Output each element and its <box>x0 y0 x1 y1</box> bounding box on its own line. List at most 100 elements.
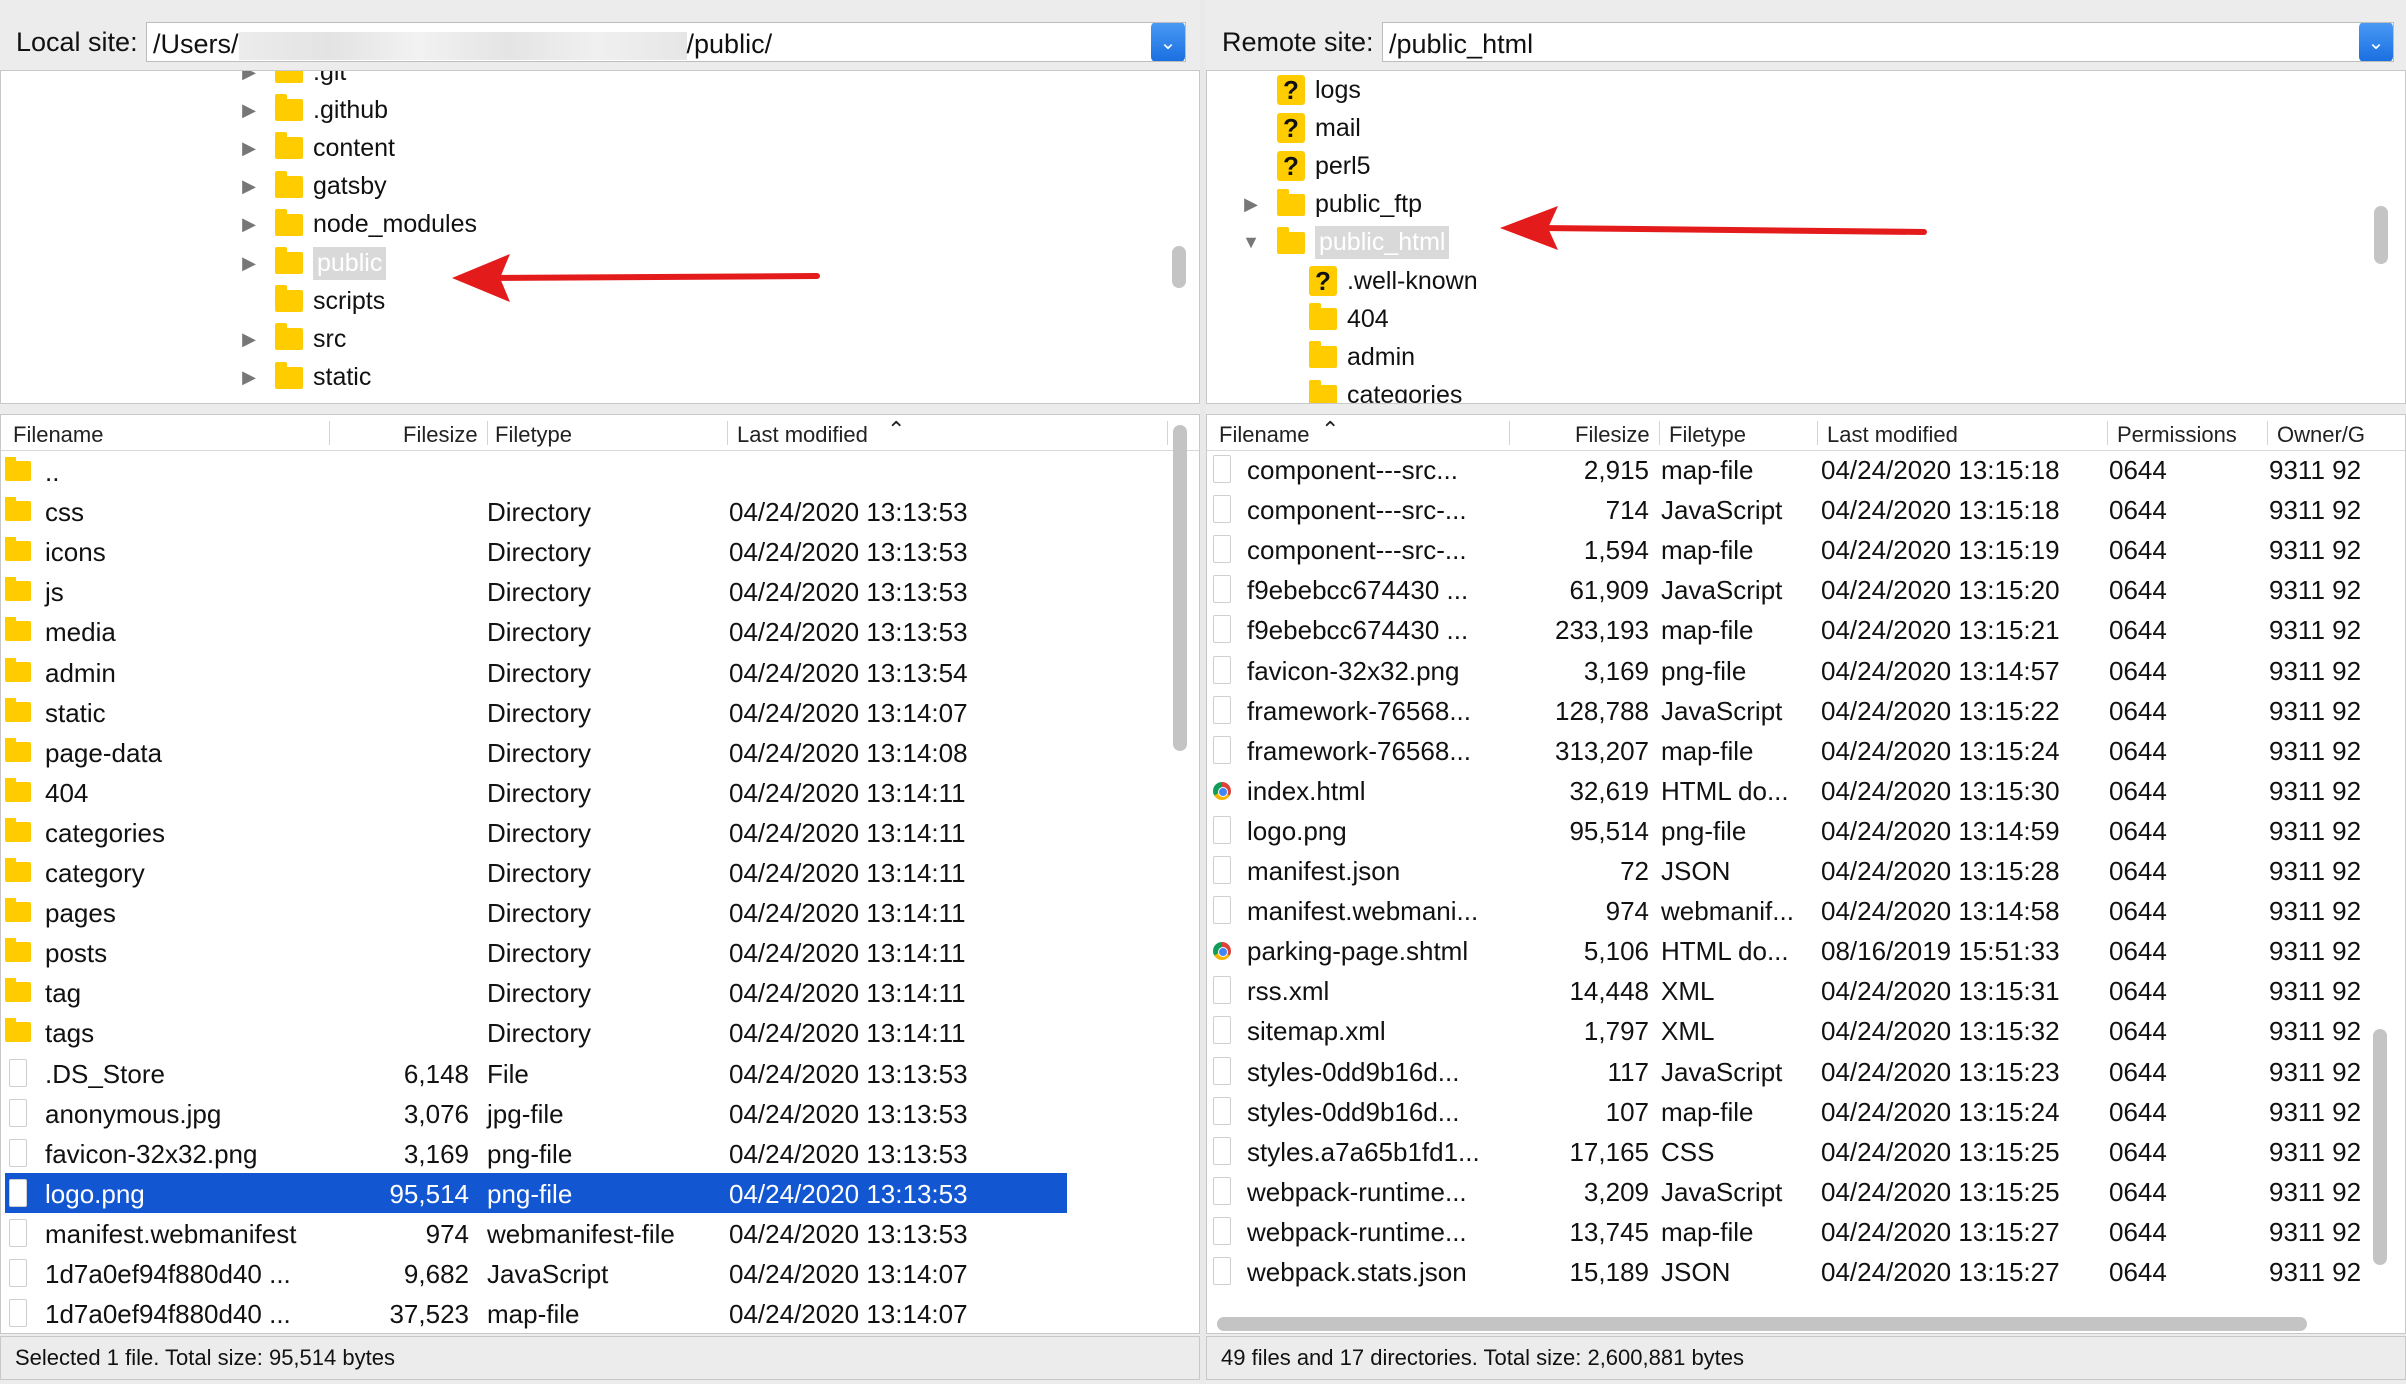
folder-row[interactable]: icons Directory 04/24/2020 13:13:53 <box>1 531 1199 571</box>
file-row[interactable]: manifest.webmani... 974 webmanif... 04/24/2… <box>1207 890 2405 930</box>
expand-triangle-icon[interactable]: ▶ <box>237 214 261 235</box>
file-row[interactable]: f9ebebcc674430 ... 61,909 JavaScript 04/24/… <box>1207 569 2405 609</box>
remote-path-dropdown-button[interactable]: ⌄ <box>2359 23 2393 61</box>
tree-item-admin[interactable]: admin <box>1271 338 1415 376</box>
remote-list-horizontal-scrollbar[interactable] <box>1217 1317 2307 1331</box>
folder-row[interactable]: pages Directory 04/24/2020 13:14:11 <box>1 892 1199 932</box>
local-list-scrollbar[interactable] <box>1173 425 1187 751</box>
file-row[interactable]: component---src-... 1,594 map-file 04/24/20… <box>1207 529 2405 569</box>
tree-item-mail[interactable]: ? mail <box>1239 109 1361 147</box>
tree-item-perl5[interactable]: ? perl5 <box>1239 147 1371 185</box>
folder-row[interactable]: tag Directory 04/24/2020 13:14:11 <box>1 972 1199 1012</box>
tree-item-public_ftp[interactable]: ▶ public_ftp <box>1239 186 1422 224</box>
expand-triangle-icon[interactable]: ▶ <box>237 100 261 121</box>
folder-row[interactable]: admin Directory 04/24/2020 13:13:54 <box>1 652 1199 692</box>
column-header-filesize[interactable]: Filesize <box>1575 422 1650 448</box>
column-header-filename[interactable]: Filename <box>1219 422 1309 448</box>
column-separator[interactable] <box>1167 421 1168 445</box>
folder-row[interactable]: media Directory 04/24/2020 13:13:53 <box>1 611 1199 651</box>
file-row[interactable]: webpack-runtime... 3,209 JavaScript 04/24/2… <box>1207 1171 2405 1211</box>
remote-site-path-input[interactable]: /public_html ⌄ <box>1382 22 2394 62</box>
file-row[interactable]: styles-0dd9b16d... 117 JavaScript 04/24/202… <box>1207 1051 2405 1091</box>
file-row[interactable]: component---src... 2,915 map-file 04/24/202… <box>1207 449 2405 489</box>
column-separator[interactable] <box>1817 421 1818 445</box>
column-separator[interactable] <box>329 421 330 445</box>
folder-row[interactable]: posts Directory 04/24/2020 13:14:11 <box>1 932 1199 972</box>
expand-triangle-icon[interactable]: ▶ <box>237 253 261 274</box>
file-row[interactable]: manifest.json 72 JSON 04/24/2020 13:15:28 06… <box>1207 850 2405 890</box>
column-header-last-modified[interactable]: Last modified <box>737 422 868 448</box>
tree-item-scripts[interactable]: scripts <box>237 282 385 320</box>
local-directory-tree[interactable]: ▶ .git ▶ .github ▶ content ▶ gatsby ▶ node_module… <box>0 70 1200 404</box>
file-row[interactable]: webpack-runtime... 13,745 map-file 04/24/20… <box>1207 1211 2405 1251</box>
column-separator[interactable] <box>487 421 488 445</box>
column-separator[interactable] <box>1509 421 1510 445</box>
column-header-filename[interactable]: Filename <box>13 422 103 448</box>
folder-row[interactable]: category Directory 04/24/2020 13:14:11 <box>1 852 1199 892</box>
file-row[interactable]: index.html 32,619 HTML do... 04/24/2020 13:… <box>1207 770 2405 810</box>
column-separator[interactable] <box>727 421 728 445</box>
file-row[interactable]: f9ebebcc674430 ... 233,193 map-file 04/24/2… <box>1207 609 2405 649</box>
local-tree-scrollbar[interactable] <box>1172 246 1186 288</box>
tree-item-categories[interactable]: categories <box>1271 377 1462 403</box>
folder-row[interactable]: categories Directory 04/24/2020 13:14:11 <box>1 812 1199 852</box>
expand-triangle-icon[interactable]: ▶ <box>1239 194 1263 215</box>
folder-row[interactable]: 404 Directory 04/24/2020 13:14:11 <box>1 772 1199 812</box>
expand-triangle-icon[interactable]: ▶ <box>237 71 261 83</box>
file-row[interactable]: favicon-32x32.png 3,169 png-file 04/24/2020… <box>1207 650 2405 690</box>
file-row[interactable]: styles-0dd9b16d... 107 map-file 04/24/2020 … <box>1207 1091 2405 1131</box>
folder-row[interactable]: static Directory 04/24/2020 13:14:07 <box>1 692 1199 732</box>
column-header-filetype[interactable]: Filetype <box>495 422 572 448</box>
expand-triangle-icon[interactable]: ▶ <box>237 138 261 159</box>
collapse-triangle-icon[interactable]: ▼ <box>1239 232 1263 253</box>
remote-list-scrollbar[interactable] <box>2373 1029 2387 1265</box>
file-row[interactable]: anonymous.jpg 3,076 jpg-file 04/24/2020 13:… <box>1 1093 1199 1133</box>
tree-item-git[interactable]: ▶ .git <box>237 71 346 91</box>
folder-row[interactable]: .. <box>1 451 1199 491</box>
file-row[interactable]: sitemap.xml 1,797 XML 04/24/2020 13:15:32 06… <box>1207 1010 2405 1050</box>
file-row[interactable]: logo.png 95,514 png-file 04/24/2020 13:13:5… <box>1 1172 1199 1213</box>
column-header-permissions[interactable]: Permissions <box>2117 422 2237 448</box>
file-row[interactable]: 1d7a0ef94f880d40 ... 9,682 JavaScript 04/24… <box>1 1253 1199 1293</box>
tree-item-node_modules[interactable]: ▶ node_modules <box>237 206 477 244</box>
tree-item-gatsby[interactable]: ▶ gatsby <box>237 168 387 206</box>
column-separator[interactable] <box>2107 421 2108 445</box>
expand-triangle-icon[interactable]: ▶ <box>237 176 261 197</box>
column-header-owner-group[interactable]: Owner/G <box>2277 422 2365 448</box>
tree-item-logs[interactable]: ? logs <box>1239 71 1361 109</box>
column-separator[interactable] <box>1659 421 1660 445</box>
tree-item-public[interactable]: ▶ public <box>237 244 387 282</box>
file-row[interactable]: manifest.webmanifest 974 webmanifest-file 0… <box>1 1213 1199 1253</box>
folder-row[interactable]: page-data Directory 04/24/2020 13:14:08 <box>1 732 1199 772</box>
file-row[interactable]: .DS_Store 6,148 File 04/24/2020 13:13:53 <box>1 1053 1199 1093</box>
file-row[interactable]: logo.png 95,514 png-file 04/24/2020 13:14:5… <box>1207 810 2405 850</box>
column-header-filetype[interactable]: Filetype <box>1669 422 1746 448</box>
file-row[interactable]: parking-page.shtml 5,106 HTML do... 08/16/2… <box>1207 930 2405 970</box>
column-header-filesize[interactable]: Filesize <box>403 422 478 448</box>
file-row[interactable]: webpack.stats.json 15,189 JSON 04/24/2020 1… <box>1207 1251 2405 1291</box>
tree-item-public_html[interactable]: ▼ public_html <box>1239 224 1450 262</box>
local-site-path-input[interactable]: /Users/ /public/ ⌄ <box>146 22 1186 62</box>
tree-item-content[interactable]: ▶ content <box>237 129 395 167</box>
column-header-last-modified[interactable]: Last modified <box>1827 422 1958 448</box>
expand-triangle-icon[interactable]: ▶ <box>237 329 261 350</box>
file-row[interactable]: favicon-32x32.png 3,169 png-file 04/24/2020… <box>1 1133 1199 1173</box>
local-path-dropdown-button[interactable]: ⌄ <box>1151 23 1185 61</box>
file-row[interactable]: framework-76568... 128,788 JavaScript 04/24… <box>1207 690 2405 730</box>
file-row[interactable]: component---src-... 714 JavaScript 04/24/20… <box>1207 489 2405 529</box>
remote-file-list[interactable]: Filename ⌃ Filesize Filetype Last modifi… <box>1206 414 2406 1334</box>
folder-row[interactable]: css Directory 04/24/2020 13:13:53 <box>1 491 1199 531</box>
tree-item-src[interactable]: ▶ src <box>237 320 346 358</box>
file-row[interactable]: framework-76568... 313,207 map-file 04/24/2… <box>1207 730 2405 770</box>
folder-row[interactable]: js Directory 04/24/2020 13:13:53 <box>1 571 1199 611</box>
tree-item-static[interactable]: ▶ static <box>237 359 371 397</box>
file-row[interactable]: styles.a7a65b1fd1... 17,165 CSS 04/24/2020 … <box>1207 1131 2405 1171</box>
tree-item-well-known[interactable]: ? .well-known <box>1271 262 1478 300</box>
remote-tree-scrollbar[interactable] <box>2374 206 2388 264</box>
tree-item-404[interactable]: 404 <box>1271 300 1389 338</box>
expand-triangle-icon[interactable]: ▶ <box>237 367 261 388</box>
folder-row[interactable]: tags Directory 04/24/2020 13:14:11 <box>1 1012 1199 1052</box>
tree-item-github[interactable]: ▶ .github <box>237 91 388 129</box>
file-row[interactable]: rss.xml 14,448 XML 04/24/2020 13:15:31 0644 9… <box>1207 970 2405 1010</box>
local-file-list[interactable]: Filename Filesize Filetype Last modified… <box>0 414 1200 1334</box>
